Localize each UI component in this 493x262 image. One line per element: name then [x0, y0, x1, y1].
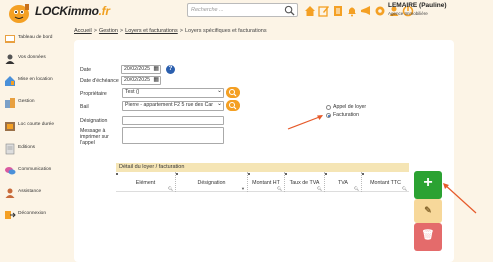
document-icon[interactable]: [332, 5, 344, 17]
designation-label: Désignation: [80, 118, 108, 124]
breadcrumb-management[interactable]: Gestion: [99, 28, 118, 34]
sidebar-item-assistance[interactable]: Assistance: [4, 186, 72, 200]
edit-icon[interactable]: [318, 5, 330, 17]
home-icon[interactable]: [304, 5, 316, 17]
date-field[interactable]: 20/02/2025 ▦: [121, 65, 161, 74]
add-button[interactable]: +: [414, 171, 442, 199]
column-designation[interactable]: Désignation ▼: [176, 172, 248, 192]
column-marker: [176, 173, 178, 175]
rental-icon: [5, 76, 15, 86]
sidebar-item-management[interactable]: Gestion: [4, 96, 72, 110]
column-amount-ht[interactable]: Montant HT 🔍︎: [248, 172, 285, 192]
gear-icon[interactable]: [374, 5, 386, 17]
owner-select[interactable]: Test () ⌄: [122, 88, 224, 98]
help-icon[interactable]: ?: [166, 65, 175, 74]
sidebar-item-communication[interactable]: Communication: [4, 164, 72, 178]
sidebar: Tableau de bord Vos données Mise en loca…: [0, 26, 72, 262]
message-textarea[interactable]: [122, 127, 224, 144]
lease-select[interactable]: Pierre - appartement F2 5 rue des Car ⌄: [122, 101, 224, 111]
column-amount-ttc[interactable]: Montant TTC 🔍︎: [362, 172, 409, 192]
table-header-row: Elément 🔍︎ Désignation ▼ Montant HT 🔍︎ T…: [116, 172, 409, 192]
editions-icon: [5, 143, 15, 155]
user-data-icon: [5, 54, 15, 64]
pencil-icon: ✎: [424, 205, 432, 215]
sort-down-icon[interactable]: ▼: [241, 186, 245, 191]
lease-label: Bail: [80, 104, 89, 110]
user-agency: Agence Immobilière: [388, 11, 428, 16]
table-title: Détail du loyer / facturation: [116, 163, 409, 172]
column-marker: [362, 173, 364, 175]
filter-search-icon[interactable]: 🔍︎: [402, 186, 407, 191]
chevron-down-icon: ⌄: [216, 101, 222, 107]
plus-icon: +: [423, 174, 433, 191]
sidebar-item-editions[interactable]: Editions: [4, 142, 72, 156]
user-name[interactable]: LEMAIRE (Pauline): [388, 2, 447, 9]
due-date-label: Date d'échéance: [80, 78, 119, 84]
filter-search-icon[interactable]: 🔍︎: [277, 186, 282, 191]
lease-search-button[interactable]: [226, 100, 240, 111]
breadcrumb-current: Loyers spécifiques et facturations: [184, 28, 267, 34]
column-vat[interactable]: TVA 🔍︎: [325, 172, 362, 192]
radio-invoicing-label[interactable]: Facturation: [333, 112, 359, 118]
designation-input[interactable]: [122, 116, 224, 125]
logout-icon: [5, 211, 16, 219]
calendar-icon[interactable]: ▦: [153, 77, 159, 84]
owner-search-button[interactable]: [226, 87, 240, 98]
breadcrumb-home[interactable]: Accueil: [74, 28, 92, 34]
trash-icon: 🗑: [421, 230, 435, 241]
mascot-icon: [9, 4, 29, 23]
owner-label: Propriétaire: [80, 91, 107, 97]
sidebar-item-rental[interactable]: Mise en location: [4, 74, 72, 88]
short-rental-icon: [5, 122, 15, 131]
column-marker: [325, 173, 327, 175]
sidebar-item-logout[interactable]: Déconnexion: [4, 208, 72, 222]
column-element[interactable]: Elément 🔍︎: [116, 172, 176, 192]
date-label: Date: [80, 67, 91, 73]
search-input[interactable]: Recherche ...: [187, 3, 298, 17]
column-marker: [248, 173, 250, 175]
radio-invoicing[interactable]: [326, 113, 331, 118]
management-icon: [5, 98, 15, 108]
message-label: Message à imprimer sur l'appel: [80, 128, 109, 146]
filter-search-icon[interactable]: 🔍︎: [354, 186, 359, 191]
logo[interactable]: LOCKimmo.fr: [7, 2, 110, 24]
sidebar-item-dashboard[interactable]: Tableau de bord: [4, 32, 72, 46]
dashboard-icon: [5, 35, 15, 43]
edit-button[interactable]: ✎: [414, 199, 442, 223]
breadcrumb: Accueil > Gestion > Loyers et facturations > L…: [74, 28, 267, 34]
due-date-field[interactable]: 20/02/2025 ▦: [121, 76, 161, 85]
column-marker: [116, 173, 118, 175]
column-vat-rate[interactable]: Taux de TVA 🔍︎: [285, 172, 325, 192]
sidebar-item-short-rental[interactable]: Loc courte durée: [4, 119, 72, 133]
delete-button[interactable]: 🗑: [414, 223, 442, 251]
breadcrumb-rents[interactable]: Loyers et facturations: [125, 28, 178, 34]
radio-rent-call[interactable]: [326, 105, 331, 110]
sidebar-item-data[interactable]: Vos données: [4, 52, 72, 66]
filter-search-icon[interactable]: 🔍︎: [168, 186, 173, 191]
filter-search-icon[interactable]: 🔍︎: [317, 186, 322, 191]
radio-rent-call-label[interactable]: Appel de loyer: [333, 104, 366, 110]
megaphone-icon[interactable]: [360, 5, 372, 17]
column-marker: [285, 173, 287, 175]
search-icon[interactable]: [284, 5, 295, 16]
bell-icon[interactable]: [346, 5, 358, 17]
logo-text: LOCKimmo.fr: [35, 4, 110, 18]
communication-icon: [5, 167, 16, 175]
assistance-icon: [5, 188, 15, 198]
chevron-down-icon: ⌄: [216, 88, 222, 94]
calendar-icon[interactable]: ▦: [153, 66, 159, 73]
search-placeholder: Recherche ...: [191, 7, 224, 13]
